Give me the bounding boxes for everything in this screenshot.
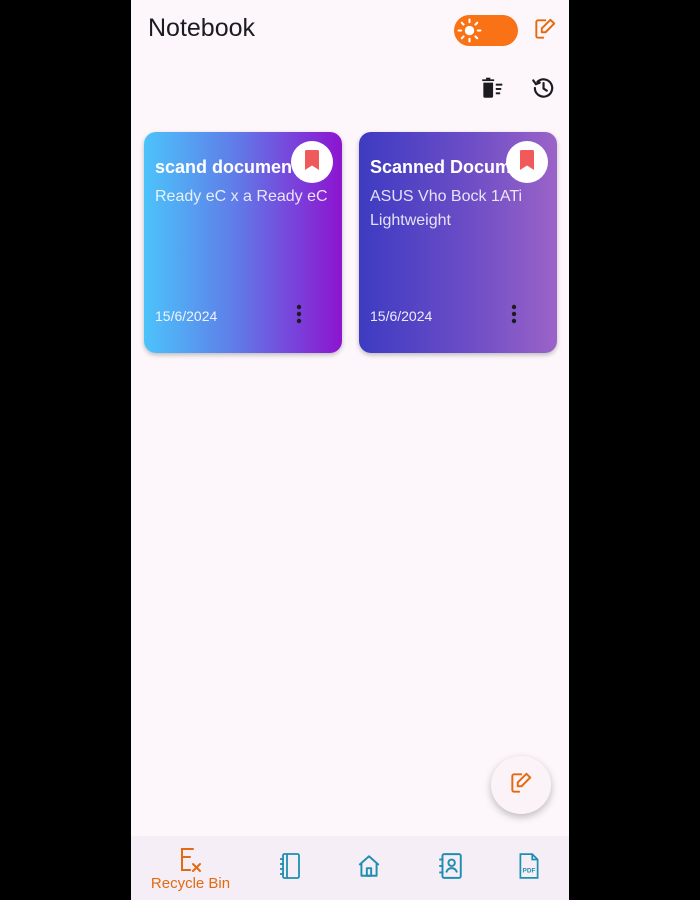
more-vert-icon [296,304,302,329]
bookmark-icon [519,149,535,175]
bookmark-button[interactable] [506,141,548,183]
pdf-icon: PDF [515,852,543,880]
nav-label: Recycle Bin [150,875,231,892]
edit-note-icon [508,770,534,801]
app-screen: Notebook scand documen Ready eC x a Read… [131,0,569,900]
bottom-navigation: Recycle Bin PDF [131,836,569,900]
nav-item-recycle-bin[interactable]: Recycle Bin [148,836,233,900]
note-card[interactable]: scand documen Ready eC x a Ready eC 15/6… [144,132,342,353]
svg-text:PDF: PDF [523,867,536,874]
nav-item-contacts[interactable] [436,836,464,900]
more-options-button[interactable] [511,302,517,330]
empty-bin-button[interactable] [478,76,506,104]
home-icon [355,852,383,880]
edit-note-icon [532,16,558,47]
note-preview: Ready eC x a Ready eC [155,188,328,205]
notebook-icon [276,852,304,880]
add-note-fab[interactable] [491,756,551,814]
page-title: Notebook [148,14,256,42]
note-card[interactable]: Scanned Docum ASUS Vho Bock 1ATi Lightwe… [359,132,557,353]
note-date: 15/6/2024 [370,308,433,324]
bookmark-icon [304,149,320,175]
recycle-bin-icon [177,846,205,874]
theme-toggle[interactable] [454,15,518,46]
history-button[interactable] [529,76,557,104]
new-note-button[interactable] [531,17,559,45]
nav-item-home[interactable] [355,836,383,900]
contacts-icon [436,852,464,880]
nav-item-notebook[interactable] [276,836,304,900]
more-options-button[interactable] [296,302,302,330]
sun-icon [457,18,482,43]
app-bar: Notebook [131,0,569,118]
note-preview: ASUS Vho Bock 1ATi Lightweight [370,188,523,229]
more-vert-icon [511,304,517,329]
bookmark-button[interactable] [291,141,333,183]
delete-sweep-icon [479,75,505,106]
note-date: 15/6/2024 [155,308,218,324]
history-icon [530,75,556,106]
nav-item-pdf[interactable]: PDF [515,836,543,900]
